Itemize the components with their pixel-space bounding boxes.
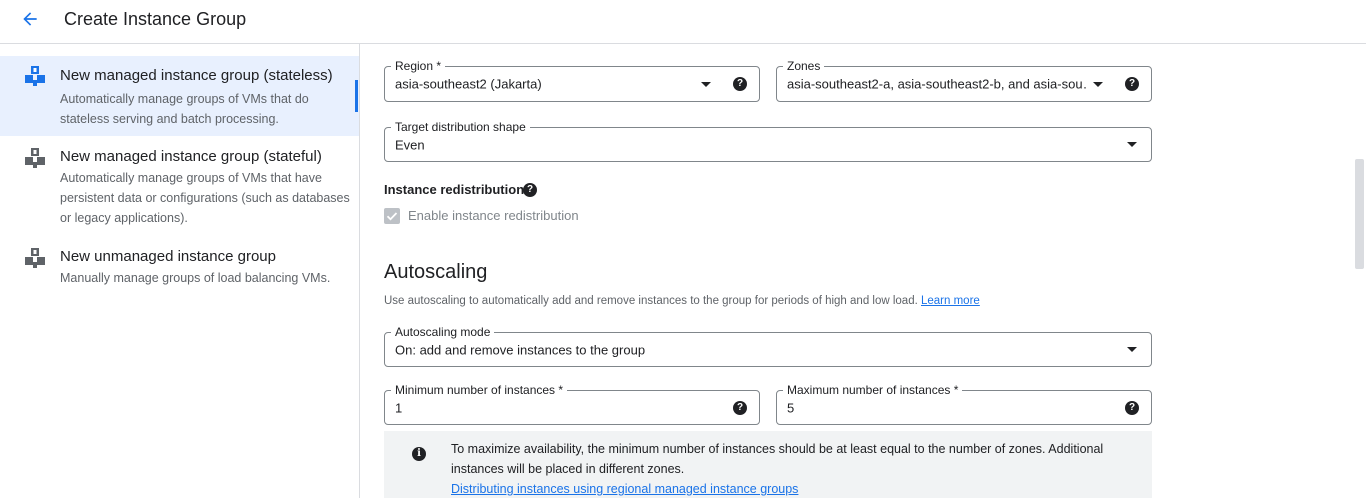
chevron-down-icon — [1127, 142, 1137, 147]
chevron-down-icon — [1093, 82, 1103, 87]
option-description: Automatically manage groups of VMs that … — [60, 171, 350, 225]
option-title: New unmanaged instance group — [60, 248, 276, 265]
instance-group-icon — [25, 66, 45, 86]
max-instances-field[interactable]: Maximum number of instances * 5 ? — [776, 383, 1152, 425]
instance-group-icon — [25, 248, 45, 268]
help-icon[interactable]: ? — [733, 77, 747, 91]
region-select[interactable]: Region * asia-southeast2 (Jakarta) ? — [384, 59, 760, 102]
arrow-back-icon — [23, 12, 37, 26]
distribution-shape-value: Even — [395, 137, 425, 152]
autoscaling-description-text: Use autoscaling to automatically add and… — [384, 295, 918, 307]
chevron-down-icon — [701, 82, 711, 87]
option-description: Automatically manage groups of VMs that … — [60, 92, 309, 126]
option-title: New managed instance group (stateful) — [60, 148, 322, 165]
distributing-instances-link[interactable]: Distributing instances using regional ma… — [451, 482, 798, 496]
page-title: Create Instance Group — [64, 9, 247, 29]
zones-value: asia-southeast2-a, asia-southeast2-b, an… — [787, 76, 1087, 92]
scrollbar-thumb[interactable] — [1355, 159, 1364, 269]
selected-indicator — [355, 80, 358, 112]
back-button[interactable] — [16, 6, 44, 32]
option-unmanaged[interactable]: New unmanaged instance group Manually ma… — [0, 244, 359, 308]
option-managed-stateful[interactable]: New managed instance group (stateful) Au… — [0, 144, 359, 228]
instance-redistribution-title: Instance redistribution — [384, 182, 525, 197]
instance-group-icon — [25, 148, 45, 168]
option-description: Manually manage groups of load balancing… — [60, 271, 331, 285]
autoscaling-mode-label: Autoscaling mode — [391, 325, 495, 339]
chevron-down-icon — [1127, 347, 1137, 352]
learn-more-link[interactable]: Learn more — [921, 295, 980, 307]
help-icon[interactable]: ? — [733, 401, 747, 415]
region-label: Region * — [391, 59, 446, 73]
help-icon[interactable]: ? — [1125, 401, 1139, 415]
help-icon[interactable]: ? — [1125, 77, 1139, 91]
autoscaling-description: Use autoscaling to automatically add and… — [384, 295, 980, 307]
zones-label: Zones — [783, 59, 825, 73]
redistribution-checkbox[interactable] — [384, 208, 400, 224]
info-callout-text: To maximize availability, the minimum nu… — [451, 439, 1141, 499]
max-instances-label: Maximum number of instances * — [783, 383, 963, 397]
min-instances-value: 1 — [395, 400, 403, 415]
check-icon — [386, 212, 398, 221]
instance-group-type-panel: New managed instance group (stateless) A… — [0, 44, 360, 498]
info-callout: i To maximize availability, the minimum … — [384, 431, 1152, 498]
info-icon: i — [412, 447, 426, 461]
option-managed-stateless[interactable]: New managed instance group (stateless) A… — [0, 56, 359, 136]
min-instances-label: Minimum number of instances * — [391, 383, 568, 397]
autoscaling-mode-select[interactable]: Autoscaling mode On: add and remove inst… — [384, 325, 1152, 367]
help-icon[interactable]: ? — [523, 183, 537, 197]
header-bar: Create Instance Group — [0, 0, 1366, 44]
option-title: New managed instance group (stateless) — [60, 67, 333, 84]
distribution-shape-label: Target distribution shape — [391, 120, 530, 134]
autoscaling-mode-value: On: add and remove instances to the grou… — [395, 342, 646, 357]
redistribution-checkbox-label: Enable instance redistribution — [408, 208, 579, 223]
zones-select[interactable]: Zones asia-southeast2-a, asia-southeast2… — [776, 59, 1152, 102]
region-value: asia-southeast2 (Jakarta) — [395, 76, 542, 92]
min-instances-field[interactable]: Minimum number of instances * 1 ? — [384, 383, 760, 425]
max-instances-value: 5 — [787, 400, 795, 415]
autoscaling-heading: Autoscaling — [384, 261, 488, 283]
info-message: To maximize availability, the minimum nu… — [451, 442, 1104, 476]
distribution-shape-select[interactable]: Target distribution shape Even — [384, 120, 1152, 162]
